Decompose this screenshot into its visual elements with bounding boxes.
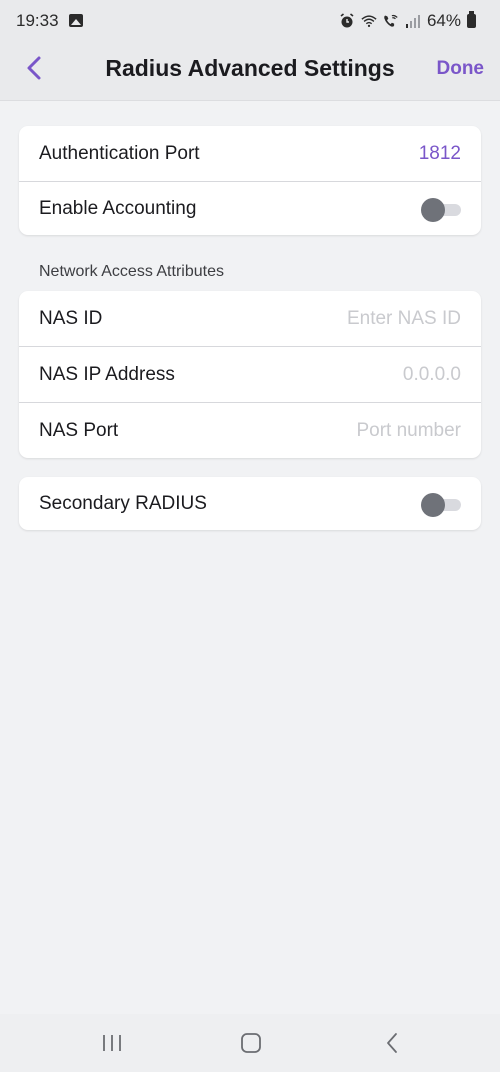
battery-percent: 64%	[426, 11, 461, 30]
enable-accounting-row: Enable Accounting	[19, 182, 481, 235]
toggle-thumb	[421, 492, 445, 517]
nas-port-input[interactable]	[261, 419, 461, 442]
nas-attributes-card: NAS ID NAS IP Address NAS Port	[19, 291, 481, 458]
home-icon	[241, 1033, 261, 1053]
secondary-radius-toggle[interactable]	[421, 492, 461, 517]
secondary-radius-label: Secondary RADIUS	[39, 492, 207, 514]
recent-apps-button[interactable]	[100, 1030, 124, 1056]
authentication-port-label: Authentication Port	[39, 142, 200, 164]
wifi-calling-icon	[384, 14, 398, 27]
alarm-icon	[340, 13, 354, 28]
signal-icon	[405, 15, 420, 28]
secondary-radius-card: Secondary RADIUS	[19, 477, 481, 530]
enable-accounting-toggle[interactable]	[421, 197, 461, 222]
recent-apps-icon	[103, 1035, 121, 1051]
wifi-icon	[361, 15, 377, 28]
authentication-port-value[interactable]: 1812	[419, 143, 461, 165]
system-navigation-bar	[0, 1014, 500, 1072]
status-icons: 64%	[339, 10, 476, 32]
done-button[interactable]: Done	[437, 58, 485, 80]
page-title: Radius Advanced Settings	[105, 55, 395, 81]
back-icon	[387, 1033, 397, 1053]
gallery-icon	[69, 14, 83, 27]
secondary-radius-row: Secondary RADIUS	[19, 477, 481, 530]
app-header: Radius Advanced Settings Done	[0, 42, 500, 101]
enable-accounting-label: Enable Accounting	[39, 197, 197, 219]
status-bar: 19:33 64%	[0, 0, 500, 42]
toggle-thumb	[421, 197, 445, 222]
nas-ip-address-row: NAS IP Address	[19, 347, 481, 403]
status-time: 19:33	[16, 11, 59, 30]
nas-ip-address-input[interactable]	[261, 363, 461, 386]
nas-ip-address-label: NAS IP Address	[39, 363, 175, 385]
system-back-button[interactable]	[382, 1030, 402, 1056]
nas-id-label: NAS ID	[39, 307, 103, 329]
authentication-port-row[interactable]: Authentication Port 1812	[19, 126, 481, 182]
nas-port-label: NAS Port	[39, 419, 119, 441]
nas-id-row: NAS ID	[19, 291, 481, 347]
battery-icon	[467, 11, 476, 28]
radius-main-card: Authentication Port 1812 Enable Accounti…	[19, 126, 481, 235]
section-heading-network-access: Network Access Attributes	[39, 263, 224, 280]
nas-id-input[interactable]	[261, 307, 461, 330]
nas-port-row: NAS Port	[19, 403, 481, 458]
home-button[interactable]	[239, 1030, 263, 1056]
